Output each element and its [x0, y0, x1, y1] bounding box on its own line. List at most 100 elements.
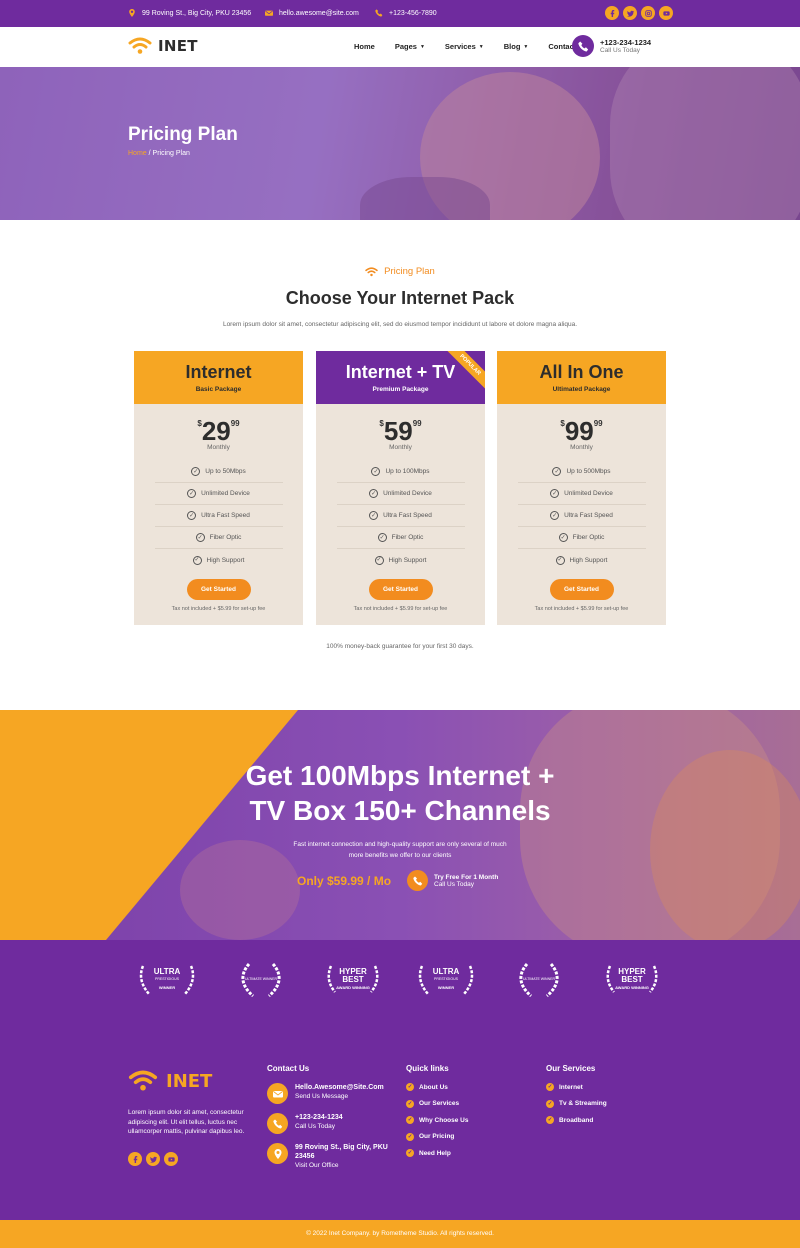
award-line-2: ULTIMATE WINNER [523, 977, 555, 981]
footer-link[interactable]: ✓ Tv & Streaming [546, 1099, 607, 1108]
instagram-icon[interactable] [641, 6, 655, 20]
pricing-card-header: All In One Ultimated Package [497, 351, 666, 404]
youtube-icon[interactable] [164, 1152, 178, 1166]
section-description: Lorem ipsum dolor sit amet, consectetur … [222, 321, 578, 328]
contact-sub: Call Us Today [295, 1123, 335, 1130]
wifi-logo-icon [128, 37, 152, 54]
topbar-email-text[interactable]: hello.awesome@site.com [279, 10, 359, 17]
get-started-button[interactable]: Get Started [549, 579, 614, 600]
footer-link[interactable]: ✓ Broadband [546, 1116, 607, 1124]
footer-link[interactable]: ✓ Our Pricing [406, 1132, 468, 1141]
breadcrumb-home-link[interactable]: Home [128, 150, 147, 157]
footer-services: Our Services ✓ Internet ✓ Tv & Streaming ✓… [546, 1064, 607, 1133]
section-eyebrow: Pricing Plan [0, 266, 800, 277]
plan-feature: ✓ Up to 100Mbps [336, 461, 465, 483]
pricing-card-all-in-one: All In One Ultimated Package $9999 Month… [497, 351, 666, 625]
awards-row: ULTRA PRESTIGIOUS WINNER ULTIMATE WINNER… [0, 960, 800, 1000]
plan-feature: ✓ High Support [555, 555, 608, 565]
footer-contact-phone[interactable]: +123-234-1234 Call Us Today [267, 1113, 390, 1134]
nav-item-pages[interactable]: Pages ▼ [395, 42, 425, 51]
price-amount: 29 [201, 416, 231, 446]
envelope-icon [265, 10, 273, 16]
nav-menu: Home Pages ▼ Services ▼ Blog ▼ Contact [354, 42, 596, 51]
section-eyebrow-text: Pricing Plan [384, 266, 435, 277]
plan-feature: ✓ High Support [192, 555, 245, 565]
footer-contact-address[interactable]: 99 Roving St., Big City, PKU 23456 Visit … [267, 1143, 390, 1169]
facebook-icon[interactable] [128, 1152, 142, 1166]
promo-cta[interactable]: Try Free For 1 Month Call Us Today [407, 870, 498, 891]
footer-link[interactable]: ✓ About Us [406, 1083, 468, 1091]
plan-tax-note: Tax not included + $5.99 for set-up fee [353, 606, 448, 612]
footer-link[interactable]: ✓ Internet [546, 1083, 607, 1091]
main-navbar: INET Home Pages ▼ Services ▼ Blog ▼ Contact… [0, 27, 800, 67]
check-circle-icon: ✓ [187, 489, 197, 498]
award-line-3: AWARD WINNING [615, 985, 649, 990]
check-icon: ✓ [406, 1149, 414, 1157]
get-started-button[interactable]: Get Started [186, 579, 251, 600]
twitter-icon[interactable] [623, 6, 637, 20]
plan-subtitle: Premium Package [372, 386, 429, 393]
chevron-down-icon: ▼ [478, 43, 484, 50]
topbar-phone[interactable]: +123-456-7890 [375, 9, 437, 17]
award-line-3: WINNER [437, 985, 455, 990]
hero-overlay [0, 67, 800, 220]
nav-item-home[interactable]: Home [354, 42, 375, 51]
award-line-2: BEST [621, 975, 643, 984]
plan-feature: ✓ Ultra Fast Speed [517, 505, 646, 527]
youtube-icon[interactable] [659, 6, 673, 20]
footer-link[interactable]: ✓ Need Help [406, 1149, 468, 1157]
nav-item-blog[interactable]: Blog ▼ [504, 42, 529, 51]
price-cents: 99 [412, 419, 422, 428]
plan-feature: ✓ Unlimited Device [154, 483, 283, 505]
check-icon: ✓ [406, 1083, 414, 1091]
award-badge: ULTRA PRESTIGIOUS WINNER [414, 960, 478, 1000]
footer-description: Lorem ipsum dolor sit amet, consectetur … [128, 1109, 245, 1135]
check-circle-icon: ✓ [374, 555, 384, 565]
footer-link[interactable]: ✓ Why Choose Us [406, 1116, 468, 1124]
award-line-2: PRESTIGIOUS [434, 977, 458, 981]
twitter-icon[interactable] [146, 1152, 160, 1166]
award-line-2: PRESTIGIOUS [155, 977, 179, 981]
check-circle-icon: ✓ [369, 511, 379, 520]
price-currency: $ [197, 419, 202, 428]
award-line-1: ULTRA [432, 967, 460, 976]
get-started-button[interactable]: Get Started [368, 579, 433, 600]
contact-main: Hello.Awesome@Site.Com [295, 1084, 384, 1091]
contact-main: 99 Roving St., Big City, PKU 23456 [295, 1144, 388, 1160]
topbar-address: 99 Roving St., Big City, PKU 23456 [128, 9, 251, 17]
nav-item-services[interactable]: Services ▼ [445, 42, 484, 51]
plan-name: Internet [185, 362, 252, 382]
phone-icon [267, 1113, 288, 1134]
facebook-icon[interactable] [605, 6, 619, 20]
phone-icon[interactable] [407, 870, 428, 891]
top-bar: 99 Roving St., Big City, PKU 23456 hello… [0, 0, 800, 27]
contact-sub: Send Us Message [295, 1093, 349, 1100]
copyright-bar: © 2022 Inet Company. by Rometheme Studio… [0, 1220, 800, 1248]
pricing-card-header: Internet Basic Package [134, 351, 303, 404]
promo-cta-title: Try Free For 1 Month [434, 873, 499, 881]
plan-name: Internet + TV [345, 362, 456, 382]
phone-icon [375, 9, 383, 17]
contact-sub: Visit Our Office [295, 1162, 339, 1169]
topbar-phone-text[interactable]: +123-456-7890 [389, 10, 437, 17]
nav-call-block[interactable]: +123-234-1234 Call Us Today [572, 35, 651, 57]
topbar-email[interactable]: hello.awesome@site.com [265, 9, 359, 17]
plan-price: $2999 [134, 416, 303, 446]
award-line-2: ULTIMATE WINNER [245, 977, 277, 981]
plan-tax-note: Tax not included + $5.99 for set-up fee [171, 606, 266, 612]
check-circle-icon: ✓ [187, 511, 197, 520]
page-hero-banner: Pricing Plan Home / Pricing Plan [0, 67, 800, 220]
award-badge: ULTRA PRESTIGIOUS WINNER [135, 960, 199, 1000]
price-cents: 99 [593, 419, 603, 428]
award-badge: ULTIMATE WINNER [229, 960, 293, 1000]
footer-quick-links: Quick links ✓ About Us ✓ Our Services ✓ Why… [406, 1064, 468, 1166]
mail-icon [267, 1083, 288, 1104]
site-logo[interactable]: INET [128, 37, 198, 55]
check-icon: ✓ [546, 1099, 554, 1108]
footer-logo[interactable]: INET [128, 1070, 212, 1092]
page-title: Pricing Plan [128, 124, 238, 145]
footer-contact-email[interactable]: Hello.Awesome@Site.Com Send Us Message [267, 1083, 390, 1104]
location-pin-icon [129, 9, 135, 17]
phone-icon[interactable] [572, 35, 594, 57]
footer-link[interactable]: ✓ Our Services [406, 1099, 468, 1108]
